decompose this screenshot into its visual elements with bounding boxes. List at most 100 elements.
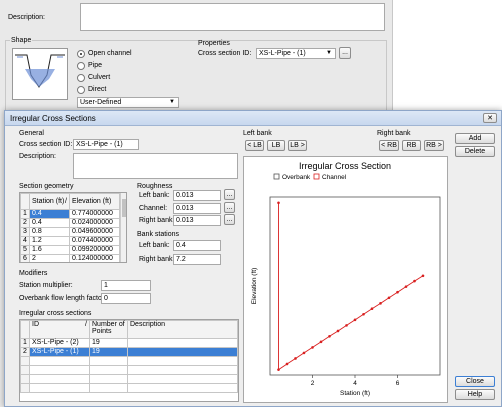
elevation-cell[interactable]: 0.024000000 bbox=[69, 218, 120, 228]
row-number: 1 bbox=[20, 209, 30, 219]
elevation-cell[interactable]: 0.074400000 bbox=[69, 236, 120, 246]
data-point bbox=[413, 279, 416, 283]
data-point bbox=[319, 340, 323, 344]
station-cell[interactable]: 2 bbox=[29, 254, 70, 262]
irregular-corner bbox=[20, 320, 30, 339]
elevation-cell[interactable]: 0.049600000 bbox=[69, 227, 120, 237]
table-row[interactable]: 4 1.2 0.074400000 bbox=[20, 236, 120, 246]
legend-overbank-label: Overbank bbox=[282, 174, 311, 181]
left-bank-n-browse[interactable]: ... bbox=[224, 189, 235, 200]
left-bank-station-label: Left bank: bbox=[139, 242, 170, 249]
id-header-label: ID bbox=[32, 321, 39, 328]
table-row[interactable]: 5 1.6 0.099200000 bbox=[20, 245, 120, 255]
radio-pipe-label: Pipe bbox=[88, 62, 103, 69]
elevation-cell[interactable]: 0.099200000 bbox=[69, 245, 120, 255]
data-point bbox=[421, 274, 425, 278]
radio-culvert[interactable] bbox=[77, 74, 85, 82]
data-point bbox=[311, 346, 314, 349]
station-cell[interactable]: 0.8 bbox=[29, 227, 70, 237]
y-axis-label: Elevation (ft) bbox=[251, 268, 258, 305]
description-header[interactable]: Description bbox=[127, 320, 238, 339]
description-field[interactable] bbox=[80, 3, 385, 31]
description-field[interactable] bbox=[73, 153, 238, 179]
shape-preview bbox=[12, 48, 68, 100]
rb-button[interactable]: RB bbox=[402, 140, 421, 151]
shape-select[interactable]: User-Defined ▼ bbox=[77, 97, 179, 108]
right-bank-n-browse[interactable]: ... bbox=[224, 214, 235, 225]
points-cell[interactable]: 19 bbox=[89, 338, 128, 348]
id-cell[interactable]: XS-L-Pipe - (2) bbox=[29, 338, 90, 348]
modifiers-title: Modifiers bbox=[19, 270, 48, 277]
row-number: 2 bbox=[20, 347, 30, 357]
add-button[interactable]: Add bbox=[455, 133, 495, 144]
row-number: 4 bbox=[20, 236, 30, 246]
row-number: 1 bbox=[20, 338, 30, 348]
chevron-down-icon: ▼ bbox=[169, 99, 175, 105]
bg-browse-button[interactable]: ... bbox=[339, 47, 351, 59]
table-row bbox=[20, 383, 238, 393]
table-row[interactable]: 6 2 0.124000000 bbox=[20, 254, 120, 262]
radio-direct[interactable] bbox=[77, 86, 85, 94]
data-point bbox=[328, 334, 331, 338]
data-point bbox=[396, 290, 399, 294]
station-multiplier-field[interactable]: 1 bbox=[101, 280, 151, 291]
close-button[interactable]: Close bbox=[455, 376, 495, 387]
left-bank-n-field[interactable]: 0.013 bbox=[173, 190, 221, 201]
chevron-down-icon: ▼ bbox=[326, 50, 332, 56]
description-cell[interactable] bbox=[127, 338, 238, 348]
left-bank-label: Left bank bbox=[243, 130, 272, 137]
id-header[interactable]: ID / bbox=[29, 320, 90, 339]
bg-cross-section-id-select[interactable]: XS-L-Pipe - (1) ▼ bbox=[256, 48, 336, 59]
points-header[interactable]: Number of Points bbox=[89, 320, 128, 339]
channel-n-field[interactable]: 0.013 bbox=[173, 203, 221, 214]
channel-n-browse[interactable]: ... bbox=[224, 202, 235, 213]
table-row[interactable]: 2 0.4 0.024000000 bbox=[20, 218, 120, 228]
description-label: Description: bbox=[19, 153, 56, 160]
cross-section-id-field[interactable]: XS-L-Pipe - (1) bbox=[73, 139, 139, 150]
station-header[interactable]: Station (ft) / bbox=[29, 193, 70, 210]
data-point bbox=[294, 357, 297, 360]
scroll-thumb[interactable] bbox=[122, 199, 126, 217]
station-cell[interactable]: 0.4 bbox=[29, 209, 70, 219]
x-tick-label: 6 bbox=[396, 380, 400, 387]
row-number: 2 bbox=[20, 218, 30, 228]
station-header-label: Station (ft) bbox=[32, 198, 65, 205]
help-button[interactable]: Help bbox=[455, 389, 495, 400]
lb-next-button[interactable]: LB > bbox=[288, 140, 307, 151]
table-row[interactable]: 1 XS-L-Pipe - (2) 19 bbox=[20, 338, 238, 348]
table-row[interactable]: 1 0.4 0.774000000 bbox=[20, 209, 120, 219]
chart-title: Irregular Cross Section bbox=[299, 161, 391, 171]
table-row[interactable]: 2 XS-L-Pipe - (1) 19 bbox=[20, 347, 238, 357]
station-cell[interactable]: 1.6 bbox=[29, 245, 70, 255]
elevation-cell[interactable]: 0.774000000 bbox=[69, 209, 120, 219]
legend-channel-label: Channel bbox=[322, 174, 347, 181]
geometry-corner bbox=[20, 193, 30, 210]
legend-channel-marker bbox=[313, 173, 320, 180]
rb-prev-button[interactable]: < RB bbox=[379, 140, 399, 151]
points-cell[interactable]: 19 bbox=[89, 347, 128, 357]
rb-next-button[interactable]: RB > bbox=[424, 140, 444, 151]
data-point bbox=[336, 329, 340, 333]
overbank-factor-label: Overbank flow length factor: bbox=[19, 295, 107, 302]
geometry-scrollbar[interactable] bbox=[120, 193, 126, 262]
table-row[interactable]: 3 0.8 0.049600000 bbox=[20, 227, 120, 237]
description-cell[interactable] bbox=[127, 347, 238, 357]
lb-button[interactable]: LB bbox=[267, 140, 285, 151]
right-bank-n-field[interactable]: 0.013 bbox=[173, 215, 221, 226]
dialog-close-icon[interactable]: ✕ bbox=[483, 113, 497, 123]
elevation-header[interactable]: Elevation (ft) bbox=[69, 193, 120, 210]
radio-pipe[interactable] bbox=[77, 62, 85, 70]
radio-open-channel[interactable] bbox=[77, 50, 85, 58]
general-title: General bbox=[19, 130, 44, 137]
id-cell[interactable]: XS-L-Pipe - (1) bbox=[29, 347, 90, 357]
overbank-factor-field[interactable]: 0 bbox=[101, 293, 151, 304]
left-bank-station-field[interactable]: 0.4 bbox=[173, 240, 221, 251]
shape-preview-icon bbox=[15, 54, 65, 88]
data-point bbox=[362, 312, 365, 316]
elevation-cell[interactable]: 0.124000000 bbox=[69, 254, 120, 262]
right-bank-station-field[interactable]: 7.2 bbox=[173, 254, 221, 265]
delete-button[interactable]: Delete bbox=[455, 146, 495, 157]
station-cell[interactable]: 1.2 bbox=[29, 236, 70, 246]
lb-prev-button[interactable]: < LB bbox=[245, 140, 264, 151]
station-cell[interactable]: 0.4 bbox=[29, 218, 70, 228]
